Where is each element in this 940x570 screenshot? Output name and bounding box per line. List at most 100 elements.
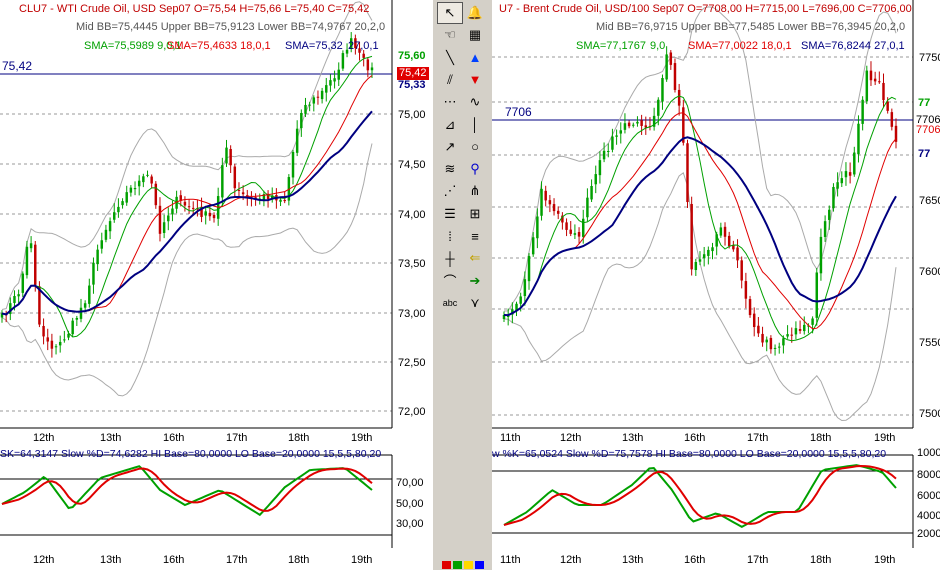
date-tick-label: 13th: [622, 432, 643, 444]
candle-body: [104, 229, 108, 240]
candle-body: [832, 186, 835, 209]
wave-tool[interactable]: ∿: [462, 91, 488, 113]
price-tick-label: 74,50: [398, 159, 426, 171]
date-tick-label: 17th: [747, 432, 768, 444]
candle-body: [886, 101, 889, 111]
arc-tool[interactable]: ⌒: [437, 270, 463, 292]
dots-tool[interactable]: ⋯: [437, 91, 463, 113]
candle-body: [183, 201, 187, 206]
bollinger-lower-band: [1, 143, 373, 397]
down-arrow-tool[interactable]: ▼: [462, 69, 488, 91]
horizontal-lines-tool[interactable]: ≡: [462, 225, 488, 247]
candle-body: [137, 180, 141, 187]
crosshair-tool[interactable]: ┼: [437, 247, 463, 269]
candle-body: [300, 112, 303, 129]
candle-body: [803, 324, 806, 332]
arrow-line-tool[interactable]: ↗: [437, 136, 463, 158]
candle-body: [552, 204, 556, 212]
candle-body: [761, 333, 764, 343]
candle-body: [519, 296, 522, 304]
brent-bollinger-legend: Mid BB=76,9715 Upper BB=77,5485 Lower BB…: [596, 21, 906, 33]
candle-body: [732, 245, 735, 250]
brent-price-chart[interactable]: 7750 7650 7600 7550 7500 11th 11th 12th 12th 13th…: [492, 0, 940, 570]
candle-body: [527, 256, 531, 282]
wti-price-chart[interactable]: 75,00 74,50 74,00 73,50 73,00 72,50 72,00 12th 1…: [0, 0, 433, 570]
calculator-tool[interactable]: ▦: [462, 24, 488, 46]
sma-mid-line: [1, 75, 373, 315]
candle-body: [794, 328, 798, 335]
candle-body: [556, 210, 560, 214]
candle-body: [811, 318, 814, 325]
candle-body: [665, 54, 668, 80]
date-tick-label: 13th: [622, 554, 643, 566]
date-tick-label: 19th: [351, 554, 372, 566]
candle-body: [46, 337, 49, 342]
pitchfork-tool[interactable]: ⋔: [462, 180, 488, 202]
stoch-tick-label: 10000: [917, 447, 940, 459]
candle-body: [569, 229, 572, 234]
stoch-tick-label: 6000: [917, 490, 940, 502]
candle-body: [192, 207, 195, 209]
vertical-line-tool[interactable]: │: [462, 114, 488, 136]
wti-chart-pane[interactable]: 75,00 74,50 74,00 73,50 73,00 72,50 72,00 12th 1…: [0, 0, 433, 570]
candle-body: [819, 236, 823, 274]
zoom-tool[interactable]: ⚲: [462, 158, 488, 180]
yellow-swatch[interactable]: [464, 561, 473, 569]
date-tick-label: 12th: [560, 432, 581, 444]
speed-lines-tool[interactable]: ≋: [437, 158, 463, 180]
price-tick-label: 75,00: [398, 109, 426, 121]
candle-body: [142, 176, 145, 183]
right-arrow-tool[interactable]: ➔: [462, 270, 488, 292]
date-tick-label: 12th: [33, 554, 54, 566]
fib-levels-tool[interactable]: ☰: [437, 203, 463, 225]
candle-body: [752, 313, 756, 328]
candle-body: [627, 122, 631, 127]
candle-body: [295, 128, 299, 153]
candle-body: [594, 174, 597, 185]
candle-body: [100, 240, 104, 249]
grid-tool[interactable]: ⁞: [437, 225, 463, 247]
brent-sma-mid-tag: 7706: [916, 124, 940, 136]
candle-body: [790, 334, 793, 336]
candle-body: [42, 326, 45, 337]
price-tick-label: 73,00: [398, 308, 426, 320]
candle-body: [125, 192, 128, 203]
candle-body: [241, 192, 245, 195]
candle-body: [853, 152, 856, 175]
wti-sma-mid-legend: SMA=75,4633 18,0,1: [167, 40, 271, 52]
fan-tool[interactable]: ⊿: [437, 114, 463, 136]
candle-body: [129, 187, 133, 193]
candle-body: [34, 244, 37, 285]
date-tick-label: 18th: [288, 554, 309, 566]
brent-chart-pane[interactable]: 7750 7650 7600 7550 7500 11th 11th 12th 12th 13th…: [492, 0, 940, 570]
date-tick-label: 19th: [874, 554, 895, 566]
red-swatch[interactable]: [442, 561, 451, 569]
candle-body: [823, 221, 827, 237]
magnifier-tool[interactable]: ⊞: [462, 203, 488, 225]
line-tool[interactable]: ╲: [437, 47, 463, 69]
up-arrow-tool[interactable]: ▲: [462, 47, 488, 69]
text-tool[interactable]: abc: [437, 292, 463, 314]
pointer-tool[interactable]: ↖: [437, 2, 463, 24]
hand-tool[interactable]: ☜: [437, 24, 463, 46]
candle-body: [632, 124, 635, 126]
green-swatch[interactable]: [453, 561, 462, 569]
candle-body: [669, 52, 673, 65]
candle-body: [329, 80, 332, 86]
circle-tool[interactable]: ○: [462, 136, 488, 158]
fib-fan-tool[interactable]: ⋰: [437, 180, 463, 202]
left-arrow-tool[interactable]: ⇐: [462, 247, 488, 269]
candle-body: [844, 171, 848, 178]
date-tick-label: 17th: [226, 432, 247, 444]
candle-body: [836, 182, 839, 189]
candle-body: [333, 78, 336, 82]
blue-swatch[interactable]: [475, 561, 484, 569]
candle-body: [786, 334, 789, 337]
candle-body: [736, 247, 739, 261]
candle-body: [320, 90, 324, 100]
parallel-line-tool[interactable]: ⫽: [437, 69, 463, 91]
candle-body: [75, 317, 79, 320]
bell-tool[interactable]: 🔔: [462, 2, 488, 24]
candle-body: [640, 120, 643, 126]
andrews-tool[interactable]: ⋎: [462, 292, 488, 314]
